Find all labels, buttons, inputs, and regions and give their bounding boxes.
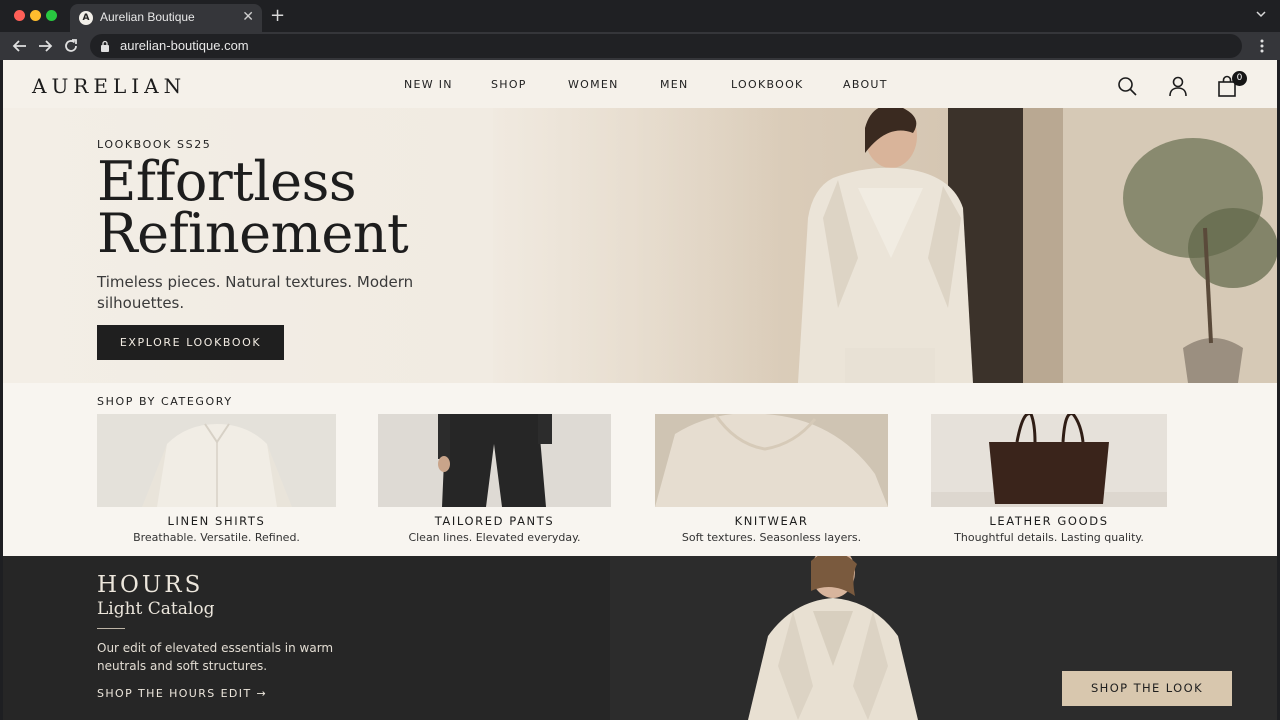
hours-subtitle: Light Catalog [97,599,215,619]
hero-title-line-1: Effortless [97,150,357,213]
nav-women[interactable]: WOMEN [568,78,619,91]
tab-list-chevron-icon[interactable] [1256,9,1266,19]
browser-toolbar: aurelian-boutique.com [0,32,1280,60]
nav-shop[interactable]: SHOP [491,78,527,91]
minimize-window-button[interactable] [30,10,41,21]
browser-menu-icon[interactable] [1260,38,1264,54]
nav-men[interactable]: MEN [660,78,689,91]
tailored-pants-image [378,414,611,507]
category-description: Clean lines. Elevated everyday. [408,531,581,544]
shop-hours-edit-link[interactable]: SHOP THE HOURS EDIT → [97,687,267,700]
hours-model-photo [748,556,918,720]
category-name: KNITWEAR [734,514,809,528]
hours-catalog-section: HOURS Light Catalog Our edit of elevated… [3,556,1277,720]
reload-icon[interactable] [61,36,81,56]
lock-icon [101,40,109,52]
forward-arrow-icon[interactable] [35,36,55,56]
nav-about[interactable]: ABOUT [843,78,888,91]
account-icon[interactable] [1167,75,1189,97]
category-card-knitwear[interactable]: KNITWEAR Soft textures. Seasonless layer… [655,414,888,549]
hero-title: Effortless Refinement [97,150,409,265]
hero-subtitle: Timeless pieces. Natural textures. Moder… [97,273,414,312]
hours-description: Our edit of elevated essentials in warm … [97,641,334,673]
hours-title: HOURS [97,572,204,598]
category-description: Breathable. Versatile. Refined. [133,531,300,544]
hero-banner: LOOKBOOK SS25 Effortless Refinement Time… [3,108,1277,383]
shop-the-look-button[interactable]: SHOP THE LOOK [1062,671,1232,706]
address-bar[interactable]: aurelian-boutique.com [90,34,1242,58]
hero-title-line-2: Refinement [97,202,409,265]
maximize-window-button[interactable] [46,10,57,21]
explore-lookbook-button[interactable]: EXPLORE LOOKBOOK [97,325,284,360]
search-icon[interactable] [1116,75,1138,97]
category-card-leather-goods[interactable]: LEATHER GOODS Thoughtful details. Lastin… [931,414,1167,549]
category-description: Thoughtful details. Lasting quality. [954,531,1144,544]
divider [97,628,125,629]
back-arrow-icon[interactable] [10,36,30,56]
browser-tab[interactable]: A Aurelian Boutique ✕ [70,4,262,32]
category-name: LINEN SHIRTS [167,514,266,528]
nav-lookbook[interactable]: LOOKBOOK [731,78,804,91]
linen-shirt-image [97,414,336,507]
favicon-icon: A [79,11,93,25]
knitwear-image [655,414,888,507]
category-card-tailored-pants[interactable]: TAILORED PANTS Clean lines. Elevated eve… [378,414,611,549]
tab-title: Aurelian Boutique [100,10,195,24]
shop-by-category-section: SHOP BY CATEGORY LINEN SHIRTS Breathable… [3,383,1277,556]
tab-close-icon[interactable]: ✕ [242,9,254,25]
category-card-linen-shirts[interactable]: LINEN SHIRTS Breathable. Versatile. Refi… [97,414,336,549]
close-window-button[interactable] [14,10,25,21]
web-page: AURELIAN NEW IN SHOP WOMEN MEN LOOKBOOK … [3,60,1277,720]
leather-tote-image [931,414,1167,507]
browser-tab-strip: A Aurelian Boutique ✕ + [0,0,1280,32]
category-name: TAILORED PANTS [434,514,555,528]
category-description: Soft textures. Seasonless layers. [681,531,862,544]
new-tab-button[interactable]: + [270,5,285,26]
cart-count-badge: 0 [1232,71,1247,86]
nav-new-in[interactable]: NEW IN [404,78,453,91]
site-header: AURELIAN NEW IN SHOP WOMEN MEN LOOKBOOK … [3,60,1277,108]
category-name: LEATHER GOODS [989,514,1109,528]
url-text: aurelian-boutique.com [120,38,249,53]
category-section-title: SHOP BY CATEGORY [97,395,233,408]
site-logo[interactable]: AURELIAN [32,74,186,98]
